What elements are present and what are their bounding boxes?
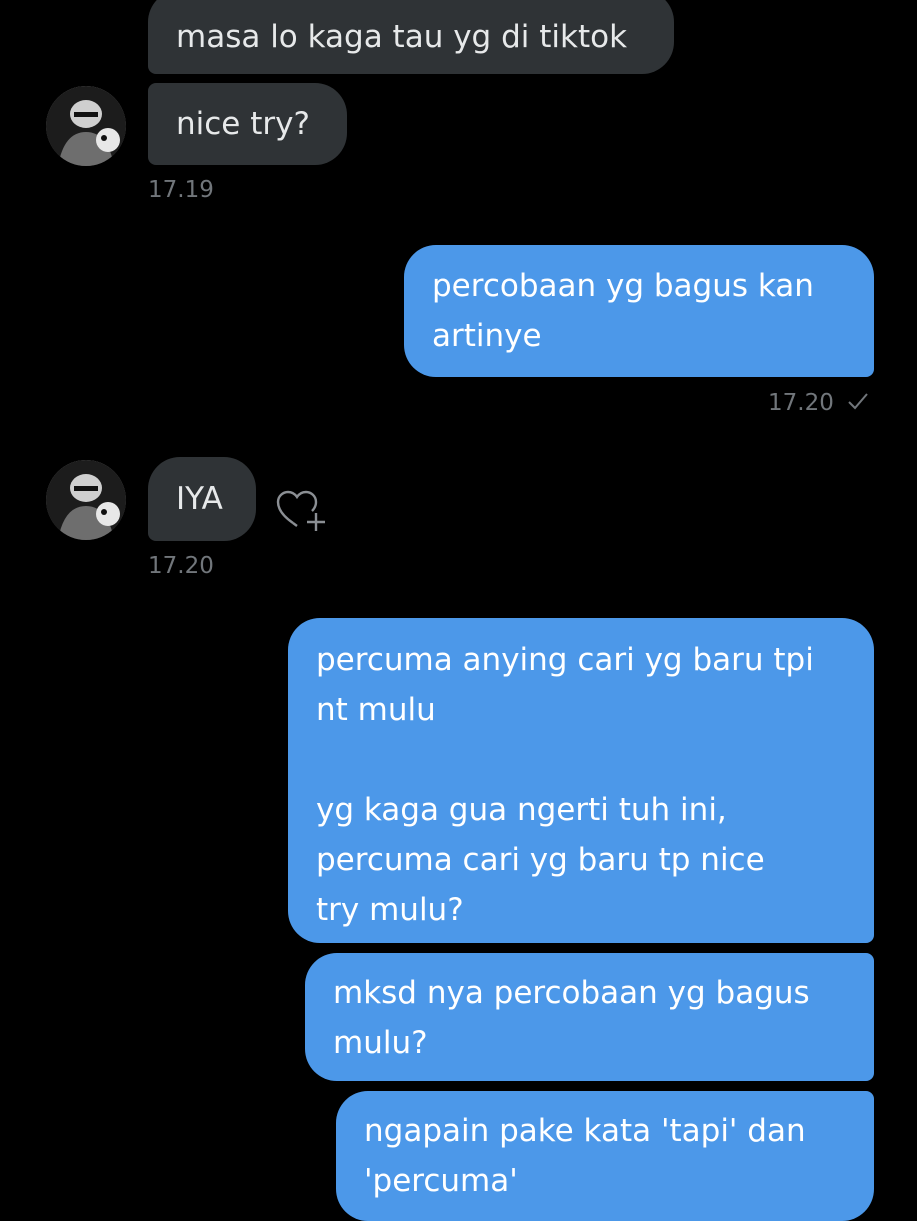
contact-avatar[interactable] [46,86,126,166]
message-timestamp: 17.19 [148,177,214,203]
heart-plus-icon[interactable] [276,489,328,537]
sent-message[interactable]: ngapain pake kata 'tapi' dan 'percuma' [336,1091,874,1221]
contact-avatar[interactable] [46,460,126,540]
timestamp-label: 17.20 [768,390,834,416]
message-timestamp: 17.20 [148,553,214,579]
sent-message[interactable]: percobaan yg bagus kan artinye [404,245,874,377]
received-message[interactable]: nice try? [148,83,347,165]
message-timestamp: 17.20 [768,390,869,416]
received-message[interactable]: IYA [148,457,256,541]
sent-message[interactable]: percuma anying cari yg baru tpi nt mulu … [288,618,874,943]
received-message[interactable]: masa lo kaga tau yg di tiktok [148,0,674,74]
sent-message[interactable]: mksd nya percobaan yg bagus mulu? [305,953,874,1081]
checkmark-icon [847,390,869,416]
